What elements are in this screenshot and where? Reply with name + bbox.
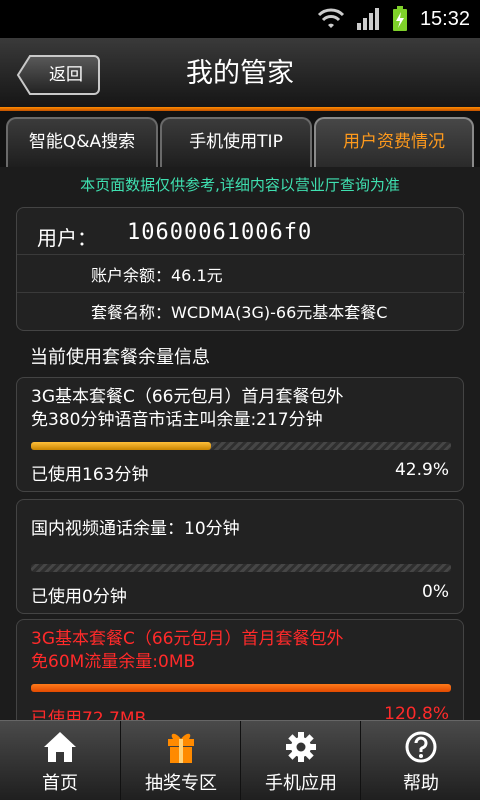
used-amount: 已使用0分钟: [31, 587, 127, 607]
account-balance: 账户余额：46.1元: [91, 266, 223, 285]
status-bar: 15:32: [0, 0, 480, 38]
tab-phone-tips[interactable]: 手机使用TIP: [160, 117, 312, 167]
usage-progress-fill: [31, 684, 451, 692]
plan-name: 套餐名称：WCDMA(3G)-66元基本套餐C: [91, 303, 388, 322]
battery-charging-icon: [392, 6, 407, 31]
usage-progress-bar: [31, 564, 451, 572]
tab-smart-qa[interactable]: 智能Q&A搜索: [6, 117, 158, 167]
tab-bar: 智能Q&A搜索 手机使用TIP 用户资费情况: [0, 111, 480, 167]
usage-progress-bar: [31, 684, 451, 692]
page-title: 我的管家: [186, 58, 294, 89]
nav-label: 帮助: [403, 773, 439, 794]
help-icon: [405, 731, 437, 763]
usage-progress-fill: [31, 442, 212, 450]
bottom-navigation: 首页 抽奖专区 手机应用 帮助: [0, 720, 480, 800]
user-info-card: 用户： 10600061006f0 账户余额：46.1元 套餐名称：WCDMA(…: [16, 207, 465, 331]
nav-lottery[interactable]: 抽奖专区: [120, 721, 240, 800]
signal-icon: [356, 8, 379, 30]
nav-apps[interactable]: 手机应用: [240, 721, 360, 800]
usage-progress-bar: [31, 442, 451, 450]
used-amount: 已使用72.7MB: [31, 709, 147, 720]
package-description: 3G基本套餐C（66元包月）首月套餐包外 免60M流量余量:0MB: [31, 628, 451, 674]
package-description: 3G基本套餐C（66元包月）首月套餐包外 免380分钟语音市话主叫余量:217分…: [31, 386, 451, 432]
package-description: 国内视频通话余量：10分钟: [31, 518, 451, 541]
clock: 15:32: [419, 7, 470, 30]
package-line: 3G基本套餐C（66元包月）首月套餐包外: [31, 387, 344, 407]
package-card-over-limit: 3G基本套餐C（66元包月）首月套餐包外 免60M流量余量:0MB 已使用72.…: [16, 619, 464, 720]
usage-percent: 42.9%: [394, 460, 449, 480]
nav-label: 抽奖专区: [145, 773, 217, 794]
divider: [17, 292, 465, 293]
user-label: 用户：: [37, 226, 97, 250]
package-line: 免380分钟语音市话主叫余量:217分钟: [31, 410, 323, 430]
nav-home[interactable]: 首页: [0, 721, 120, 800]
package-card: 国内视频通话余量：10分钟 已使用0分钟 0%: [16, 499, 464, 614]
notice-text: 本页面数据仅供参考,详细内容以营业厅查询为准: [80, 176, 400, 194]
gift-icon: [168, 733, 194, 763]
content-area[interactable]: 本页面数据仅供参考,详细内容以营业厅查询为准 用户： 10600061006f0…: [0, 167, 480, 720]
home-icon: [44, 732, 76, 762]
wifi-icon: [317, 8, 344, 28]
nav-help[interactable]: 帮助: [360, 721, 480, 800]
package-line: 免60M流量余量:0MB: [31, 652, 196, 672]
divider: [17, 254, 465, 255]
usage-percent: 120.8%: [384, 704, 449, 720]
usage-percent: 0%: [422, 582, 449, 602]
tab-user-charges[interactable]: 用户资费情况: [314, 117, 474, 167]
gear-icon: [286, 732, 316, 762]
section-title: 当前使用套餐余量信息: [30, 347, 210, 368]
package-line: 国内视频通话余量：10分钟: [31, 519, 240, 539]
package-line: 3G基本套餐C（66元包月）首月套餐包外: [31, 629, 344, 649]
app-header: 返回 我的管家: [0, 38, 480, 110]
used-amount: 已使用163分钟: [31, 465, 149, 485]
nav-label: 首页: [42, 773, 78, 794]
package-card: 3G基本套餐C（66元包月）首月套餐包外 免380分钟语音市话主叫余量:217分…: [16, 377, 464, 492]
user-number: 10600061006f0: [127, 220, 313, 245]
nav-label: 手机应用: [265, 773, 337, 794]
